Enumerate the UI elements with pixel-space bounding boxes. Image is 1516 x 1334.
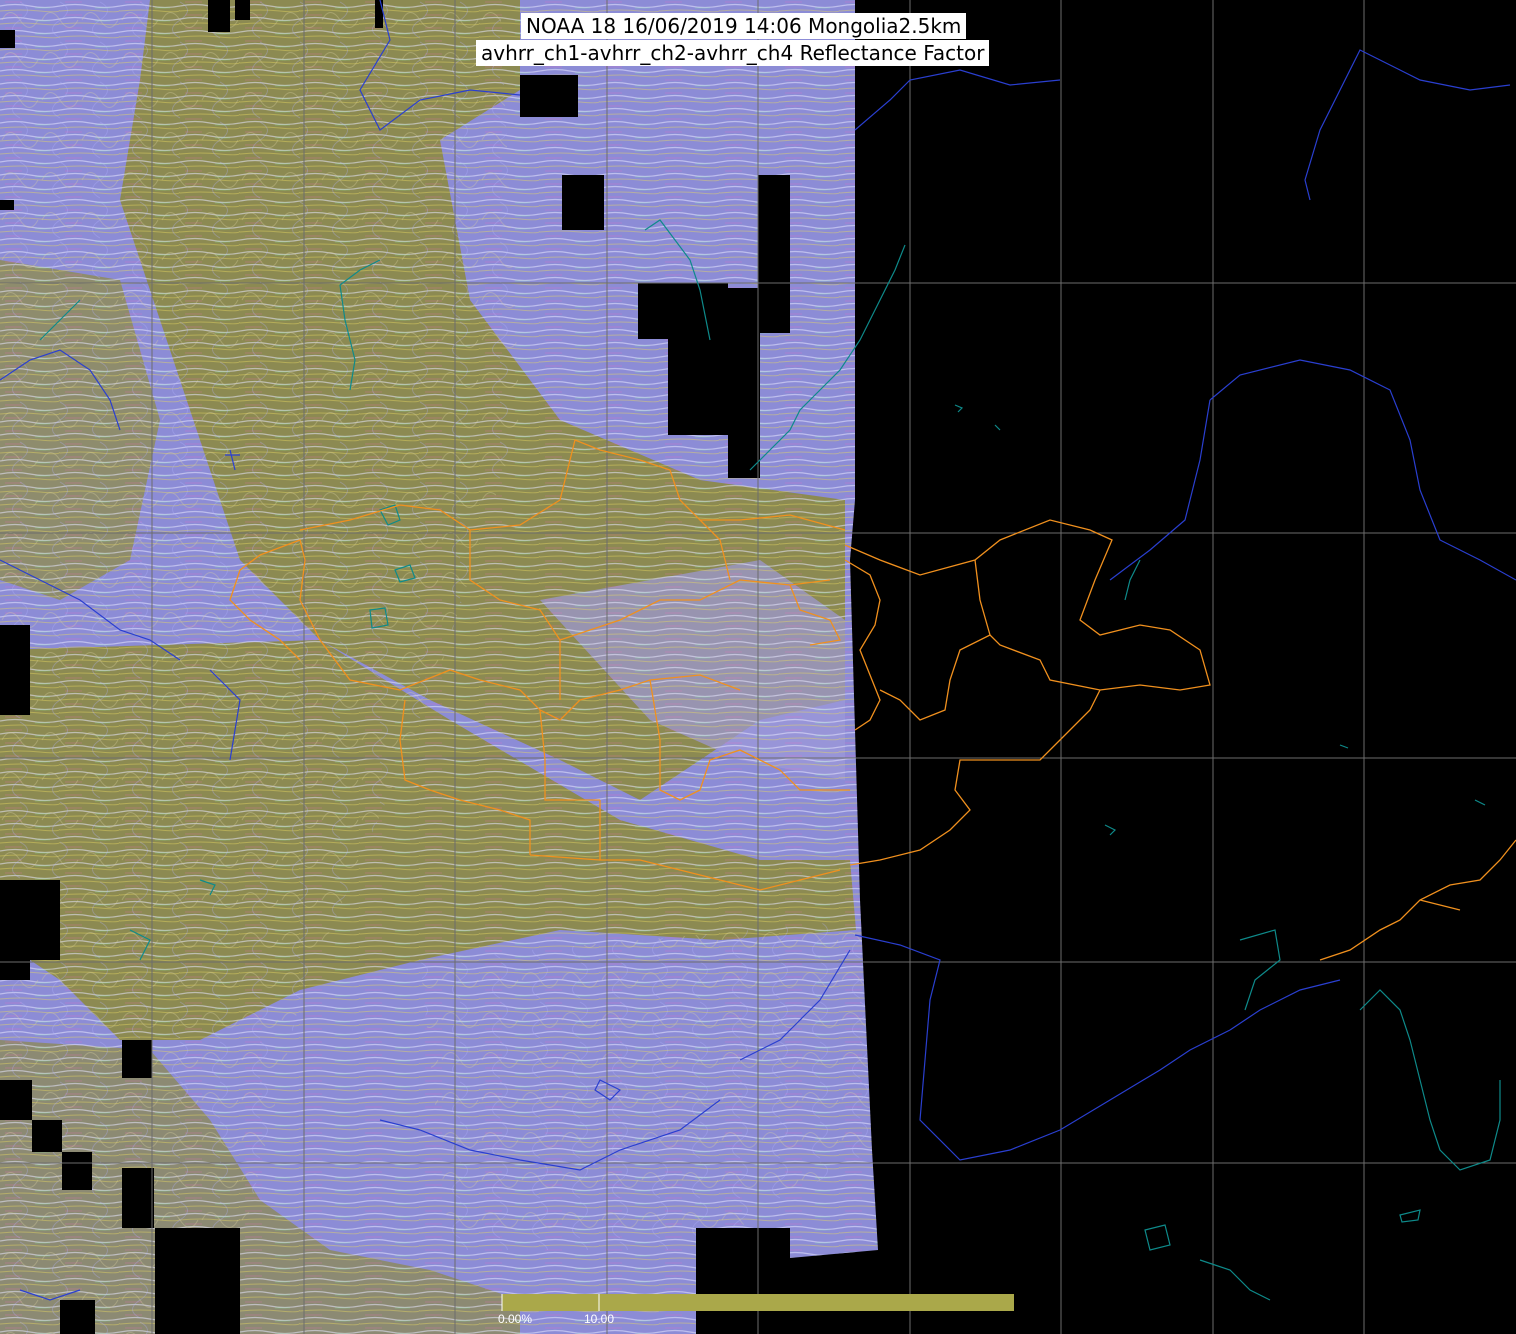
colorbar-tick-label-1: 10.00 <box>584 1312 615 1326</box>
colorbar <box>502 1294 1014 1311</box>
title-line-1: NOAA 18 16/06/2019 14:06 Mongolia2.5km <box>521 13 967 39</box>
colorbar-tick-label-0: 0.00% <box>498 1312 533 1326</box>
satellite-map: NOAA 18 16/06/2019 14:06 Mongolia2.5km a… <box>0 0 1516 1334</box>
map-canvas <box>0 0 1516 1334</box>
title-line-2: avhrr_ch1-avhrr_ch2-avhrr_ch4 Reflectanc… <box>476 40 990 66</box>
